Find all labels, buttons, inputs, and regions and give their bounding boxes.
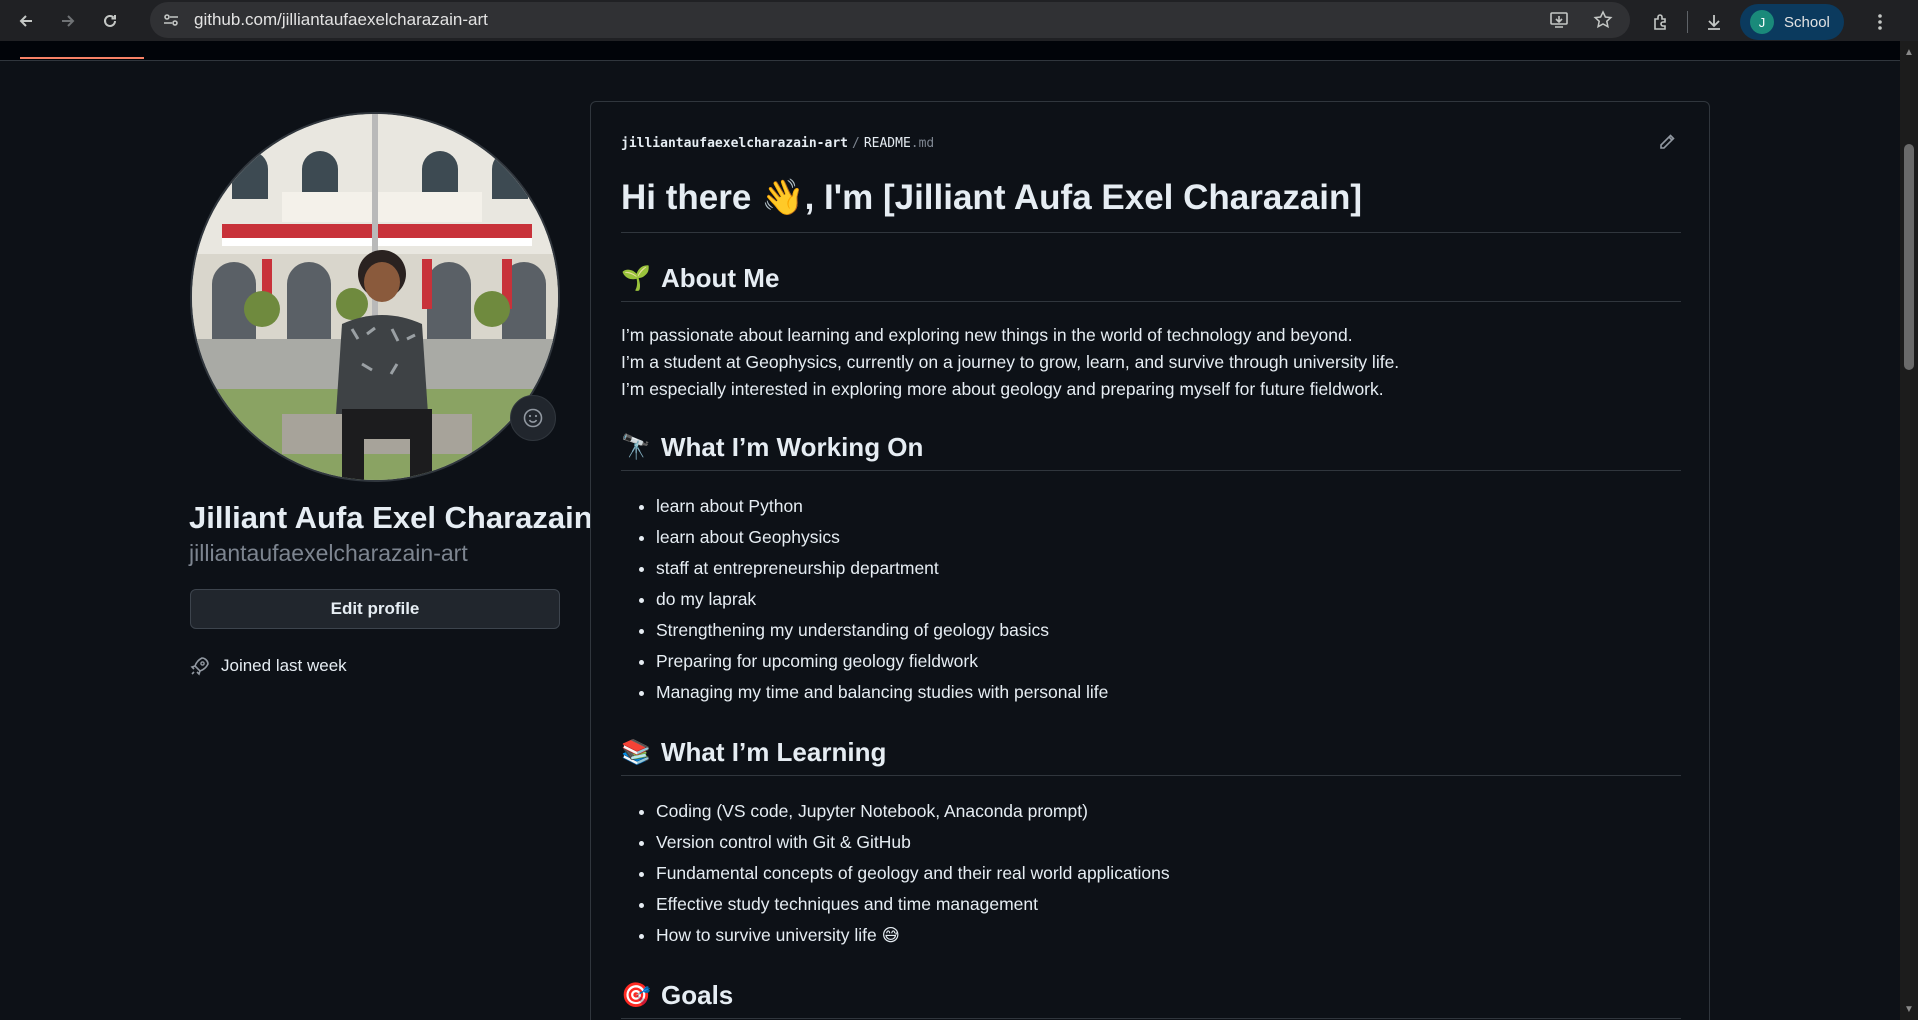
target-icon: 🎯 — [621, 981, 651, 1009]
readme-title: Hi there 👋, I'm [Jilliant Aufa Exel Char… — [621, 177, 1681, 233]
readme-path-owner-link[interactable]: jilliantaufaexelcharazain-art — [621, 136, 848, 151]
list-item: staff at entrepreneurship department — [656, 553, 1681, 584]
telescope-icon: 🔭 — [621, 433, 651, 461]
back-icon[interactable] — [10, 5, 42, 37]
address-bar[interactable]: github.com/jilliantaufaexelcharazain-art — [150, 2, 1630, 38]
url-text: github.com/jilliantaufaexelcharazain-art — [194, 10, 488, 29]
profile-avatar-photo[interactable] — [190, 112, 560, 482]
scroll-up-arrow-icon[interactable]: ▲ — [1904, 47, 1914, 58]
list-item: learn about Geophysics — [656, 522, 1681, 553]
goals-heading: 🎯 Goals — [621, 978, 1681, 1019]
learning-list: Coding (VS code, Jupyter Notebook, Anaco… — [621, 796, 1681, 951]
working-on-heading: 🔭 What I’m Working On — [621, 430, 1681, 471]
learning-heading: 📚 What I’m Learning — [621, 735, 1681, 776]
list-item: Strengthening my understanding of geolog… — [656, 615, 1681, 646]
joined-text: Joined last week — [221, 656, 347, 675]
scrollbar-thumb[interactable] — [1904, 144, 1914, 370]
learning-heading-text: What I’m Learning — [661, 736, 887, 767]
seedling-icon: 🌱 — [621, 264, 651, 292]
list-item: Managing my time and balancing studies w… — [656, 677, 1681, 708]
profile-username: jilliantaufaexelcharazain-art — [189, 540, 468, 566]
list-item: Preparing for upcoming geology fieldwork — [656, 646, 1681, 677]
kebab-menu-icon[interactable] — [1864, 6, 1896, 38]
set-status-smiley-icon[interactable] — [510, 395, 556, 441]
working-on-list: learn about Python learn about Geophysic… — [621, 491, 1681, 708]
forward-icon[interactable] — [52, 5, 84, 37]
list-item: Version control with Git & GitHub — [656, 827, 1681, 858]
page-scrollbar[interactable]: ▲ ▼ — [1900, 41, 1918, 1020]
toolbar-separator — [1687, 11, 1688, 33]
list-item: learn about Python — [656, 491, 1681, 522]
about-me-paragraph: I’m passionate about learning and explor… — [621, 322, 1681, 403]
browser-toolbar: github.com/jilliantaufaexelcharazain-art… — [0, 0, 1918, 41]
readme-file-ext: .md — [910, 136, 935, 151]
list-item: Coding (VS code, Jupyter Notebook, Anaco… — [656, 796, 1681, 827]
readme-file-name: README — [863, 136, 911, 151]
list-item: do my laprak — [656, 584, 1681, 615]
edit-readme-pencil-icon[interactable] — [1657, 132, 1681, 156]
bookmark-star-icon[interactable] — [1588, 5, 1618, 35]
rocket-icon — [189, 655, 211, 677]
reload-icon[interactable] — [94, 5, 126, 37]
profile-button[interactable]: J School — [1740, 4, 1844, 40]
books-icon: 📚 — [621, 738, 651, 766]
about-line: I’m a student at Geophysics, currently o… — [621, 352, 1400, 372]
site-settings-icon[interactable] — [156, 5, 186, 35]
active-tab-underline — [20, 57, 144, 59]
goals-heading-text: Goals — [661, 979, 734, 1010]
edit-profile-button[interactable]: Edit profile — [190, 589, 560, 629]
github-header-strip — [0, 41, 1900, 61]
list-item: Effective study techniques and time mana… — [656, 889, 1681, 920]
downloads-icon[interactable] — [1698, 6, 1730, 38]
scroll-down-arrow-icon[interactable]: ▼ — [1904, 1004, 1914, 1015]
extensions-icon[interactable] — [1645, 6, 1677, 38]
readme-path-separator: / — [851, 136, 860, 151]
list-item: How to survive university life 😅 — [656, 920, 1681, 951]
readme-content: Hi there 👋, I'm [Jilliant Aufa Exel Char… — [621, 177, 1681, 1019]
about-me-heading-text: About Me — [661, 262, 780, 293]
working-on-heading-text: What I’m Working On — [661, 431, 924, 462]
profile-name: Jilliant Aufa Exel Charazain — [189, 500, 593, 535]
about-me-heading: 🌱 About Me — [621, 261, 1681, 302]
profile-avatar: J — [1750, 10, 1774, 34]
install-app-icon[interactable] — [1544, 5, 1574, 35]
readme-path-file-link[interactable]: README.md — [864, 136, 934, 151]
readme-path: jilliantaufaexelcharazain-art / README.md — [621, 136, 934, 151]
profile-label: School — [1784, 13, 1830, 31]
profile-readme-card: jilliantaufaexelcharazain-art / README.md … — [590, 101, 1710, 1020]
list-item: Fundamental concepts of geology and thei… — [656, 858, 1681, 889]
joined-info: Joined last week — [189, 655, 347, 677]
about-line: I’m passionate about learning and explor… — [621, 325, 1353, 345]
about-line: I’m especially interested in exploring m… — [621, 379, 1384, 399]
